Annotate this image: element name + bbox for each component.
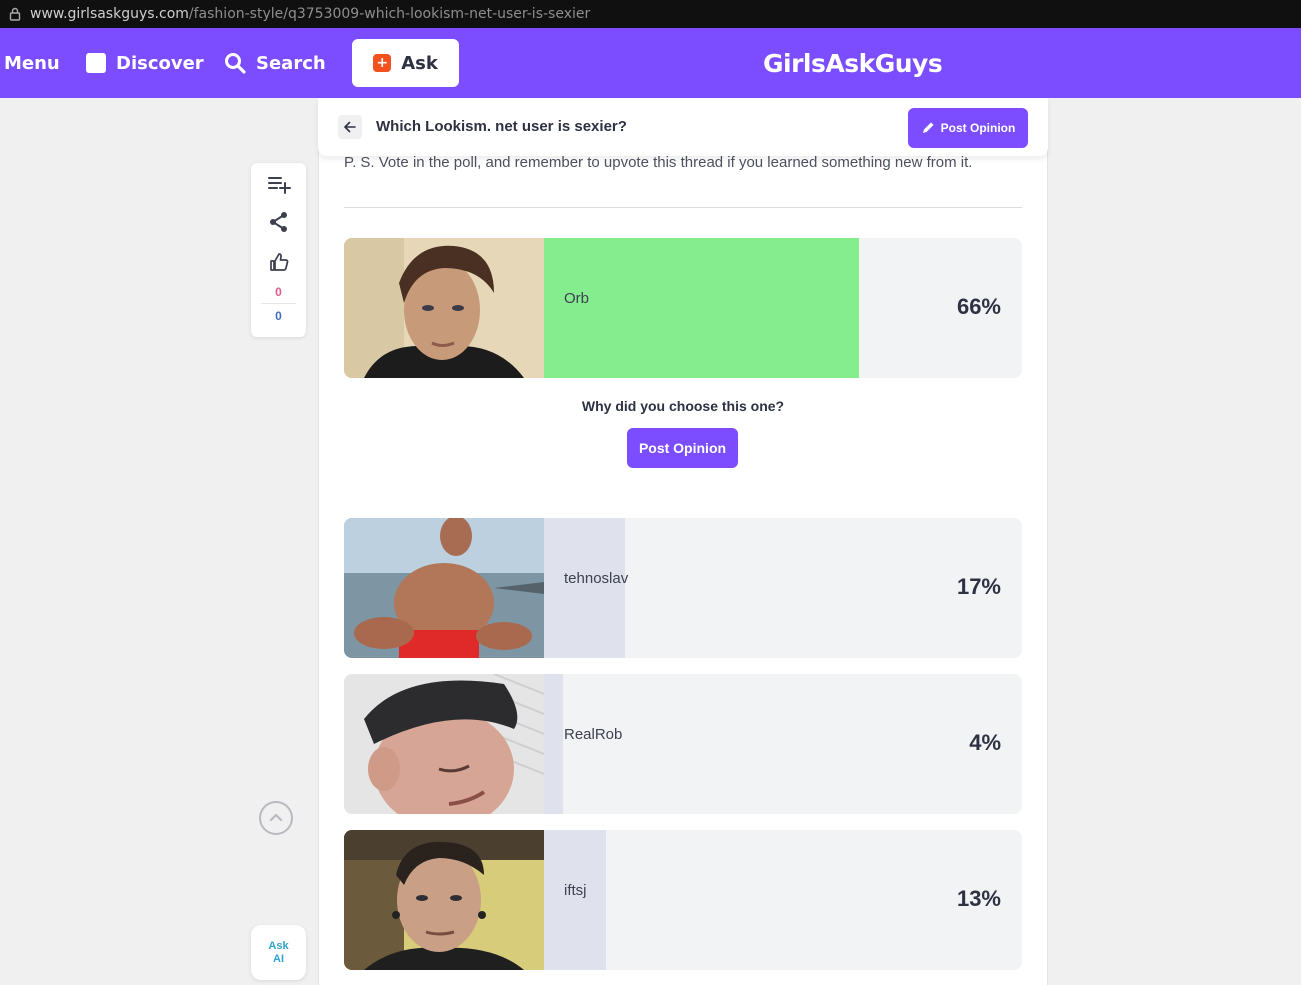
chevron-up-icon <box>269 813 283 822</box>
logo-text: GirlsAskGuys <box>763 48 943 78</box>
browser-url-bar[interactable]: www.girlsaskguys.com/fashion-style/q3753… <box>0 0 1301 28</box>
poll-option-name: Orb <box>564 290 590 307</box>
search-icon <box>225 53 246 74</box>
search-label: Search <box>256 52 326 74</box>
downvote-count: 0 <box>275 309 282 323</box>
back-button[interactable] <box>338 115 362 139</box>
poll-option-percent: 4% <box>969 730 1001 755</box>
poll-option-bar <box>544 238 859 378</box>
ask-ai-line2: AI <box>273 952 284 965</box>
menu-label: Menu <box>4 52 60 74</box>
poll-option-bar <box>544 830 606 970</box>
poll-option-photo <box>344 518 544 658</box>
ask-ai-line1: Ask <box>268 939 289 952</box>
discover-icon <box>86 53 106 73</box>
action-card: 0 0 <box>251 163 306 337</box>
poll-option[interactable]: Orb 66% <box>344 238 1022 378</box>
poll-option-percent: 17% <box>956 574 1001 599</box>
poll-option[interactable]: tehnoslav 17% <box>344 518 1022 658</box>
count-divider <box>261 303 296 304</box>
discover-label: Discover <box>116 52 204 74</box>
poll-option[interactable]: iftsj 13% <box>344 830 1022 970</box>
poll-option-name: tehnoslav <box>564 570 629 587</box>
top-nav: Menu Discover Search + Ask GirlsAskGuys <box>0 28 1301 98</box>
ask-button[interactable]: + Ask <box>352 39 459 87</box>
question-ps-text: P. S. Vote in the poll, and remember to … <box>344 154 973 171</box>
poll-option-percent: 66% <box>956 294 1001 319</box>
url-domain: www.girlsaskguys.com <box>30 6 189 22</box>
thumbs-up-icon[interactable] <box>266 249 292 275</box>
why-post-opinion-label: Post Opinion <box>638 440 727 456</box>
poll-option-name: iftsj <box>564 882 587 899</box>
post-opinion-label: Post Opinion <box>940 121 1016 135</box>
share-icon[interactable] <box>266 209 292 235</box>
ask-label: Ask <box>401 52 438 74</box>
lock-icon <box>0 7 30 21</box>
site-logo[interactable]: GirlsAskGuys <box>763 28 943 98</box>
poll-option-bar <box>544 518 625 658</box>
search-button[interactable]: Search <box>224 28 326 98</box>
plus-icon: + <box>373 54 392 72</box>
poll-option-name: RealRob <box>564 726 623 743</box>
question-title: Which Lookism. net user is sexier? <box>376 118 627 135</box>
why-prompt: Why did you choose this one? <box>581 398 785 414</box>
pencil-icon <box>922 122 934 133</box>
menu-button[interactable]: Menu <box>4 28 60 98</box>
upvote-count: 0 <box>275 285 282 299</box>
why-post-opinion-button[interactable]: Post Opinion <box>627 428 738 468</box>
poll-option-photo <box>344 238 544 378</box>
back-arrow-icon <box>344 121 356 133</box>
poll-option-photo <box>344 830 544 970</box>
question-header: Which Lookism. net user is sexier? Post … <box>318 98 1048 156</box>
poll-option[interactable]: RealRob 4% <box>344 674 1022 814</box>
poll-option-percent: 13% <box>956 886 1001 911</box>
url-path: /fashion-style/q3753009-which-lookism-ne… <box>188 6 591 22</box>
discover-button[interactable]: Discover <box>86 28 204 98</box>
poll-option-photo <box>344 674 544 814</box>
divider <box>344 207 1022 208</box>
poll-option-bar <box>544 674 563 814</box>
post-opinion-button[interactable]: Post Opinion <box>908 108 1028 148</box>
playlist-add-icon[interactable] <box>266 171 292 197</box>
scroll-top-button[interactable] <box>259 801 293 835</box>
ask-ai-button[interactable]: Ask AI <box>251 925 306 980</box>
